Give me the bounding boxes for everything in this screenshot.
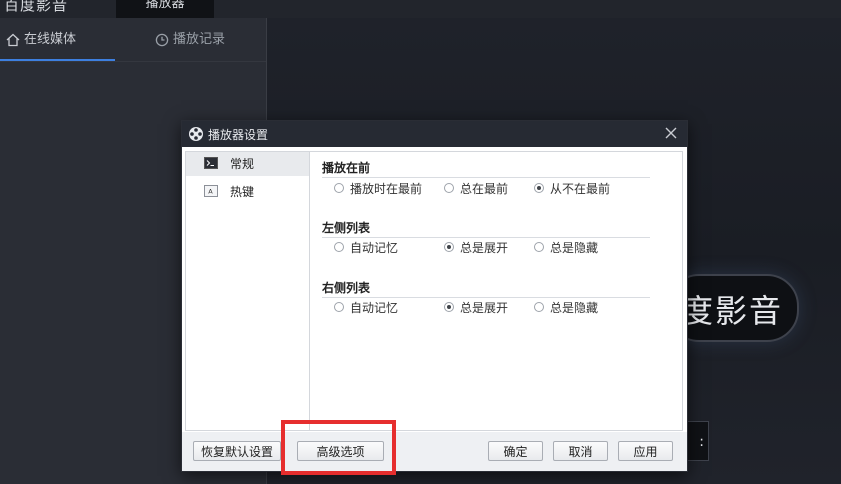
radio-circle bbox=[334, 242, 344, 252]
nav-item-general-label: 常规 bbox=[230, 157, 255, 171]
section-divider bbox=[322, 177, 650, 178]
terminal-icon bbox=[204, 157, 218, 169]
radio-circle bbox=[334, 302, 344, 312]
film-reel-icon bbox=[189, 127, 203, 141]
section-divider bbox=[322, 297, 650, 298]
cancel-button[interactable]: 取消 bbox=[553, 441, 608, 461]
ok-button[interactable]: 确定 bbox=[488, 441, 543, 461]
svg-text:A: A bbox=[208, 188, 213, 196]
tab-play-history[interactable]: 播放记录 bbox=[115, 18, 266, 60]
section-title-right-list: 右侧列表 bbox=[322, 281, 371, 295]
radio-label: 播放时在最前 bbox=[350, 182, 423, 196]
settings-dialog: 播放器设置 常规 A 热键 播放在前 播放时在最前 总在最前 从不在最前 左侧列… bbox=[181, 120, 688, 472]
radio-circle-selected bbox=[534, 183, 544, 193]
dialog-titlebar[interactable]: 播放器设置 bbox=[182, 121, 687, 147]
logo-text: 度影音 bbox=[681, 292, 784, 330]
radio-circle bbox=[444, 183, 454, 193]
radio-label: 总是隐藏 bbox=[550, 241, 599, 255]
settings-content: 播放在前 播放时在最前 总在最前 从不在最前 左侧列表 自动记忆 总是展开 总是… bbox=[309, 151, 683, 431]
top-bar: 百度影音 播放器 bbox=[0, 0, 841, 18]
tab-online-media-label: 在线媒体 bbox=[24, 32, 77, 47]
dialog-title: 播放器设置 bbox=[208, 128, 269, 142]
radio-label: 从不在最前 bbox=[550, 182, 611, 196]
sidebar-divider bbox=[0, 61, 266, 62]
radio-circle-selected bbox=[444, 242, 454, 252]
radio-circle-selected bbox=[444, 302, 454, 312]
home-icon bbox=[6, 33, 20, 46]
radio-circle bbox=[534, 302, 544, 312]
sidebar-tabs: 在线媒体 播放记录 bbox=[0, 18, 266, 61]
apply-button[interactable]: 应用 bbox=[618, 441, 673, 461]
close-icon[interactable] bbox=[664, 126, 678, 140]
app-title: 百度影音 bbox=[4, 0, 69, 14]
restore-defaults-button[interactable]: 恢复默认设置 bbox=[193, 441, 281, 461]
tab-online-media[interactable]: 在线媒体 bbox=[0, 18, 115, 60]
radio-label: 总在最前 bbox=[460, 182, 509, 196]
radio-label: 总是隐藏 bbox=[550, 301, 599, 315]
section-divider bbox=[322, 237, 650, 238]
nav-item-hotkeys[interactable]: A 热键 bbox=[186, 180, 309, 204]
section-title-on-top: 播放在前 bbox=[322, 161, 371, 175]
keyboard-icon: A bbox=[204, 185, 218, 197]
tab-player[interactable]: 播放器 bbox=[116, 0, 214, 18]
radio-circle bbox=[334, 183, 344, 193]
nav-item-hotkeys-label: 热键 bbox=[230, 185, 255, 199]
section-title-left-list: 左侧列表 bbox=[322, 221, 371, 235]
radio-label: 总是展开 bbox=[460, 301, 509, 315]
highlight-box bbox=[281, 420, 396, 475]
dialog-footer: 恢复默认设置 高级选项 确定 取消 应用 bbox=[182, 432, 687, 471]
radio-circle bbox=[534, 242, 544, 252]
radio-label: 总是展开 bbox=[460, 241, 509, 255]
nav-item-general[interactable]: 常规 bbox=[186, 152, 309, 176]
settings-nav: 常规 A 热键 bbox=[185, 151, 310, 431]
radio-label: 自动记忆 bbox=[350, 301, 399, 315]
tab-play-history-label: 播放记录 bbox=[173, 32, 226, 47]
radio-label: 自动记忆 bbox=[350, 241, 399, 255]
clock-icon bbox=[155, 33, 169, 46]
